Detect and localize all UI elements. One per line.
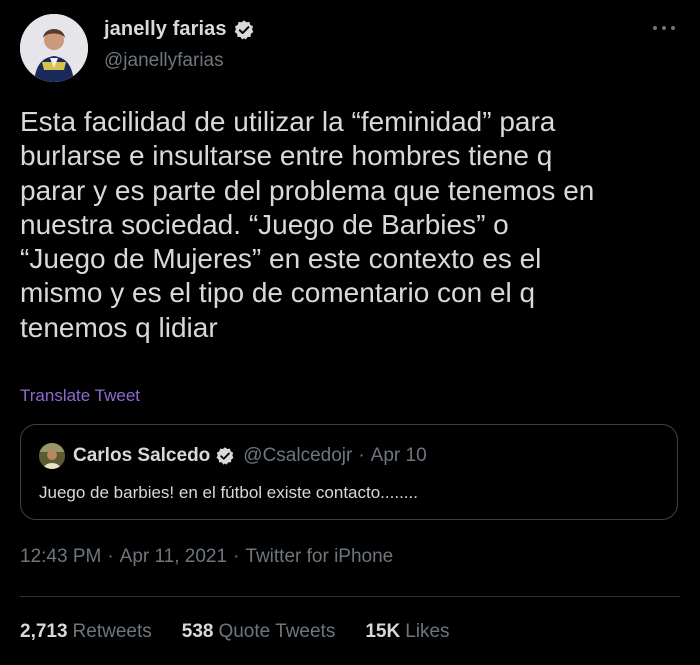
author-photo-icon <box>20 14 88 82</box>
likes-label: Likes <box>405 621 450 642</box>
tweet-text-line: mismo y es el tipo de comentario con el … <box>20 277 536 309</box>
retweets-label: Retweets <box>72 621 152 642</box>
quoted-tweet-header: Carlos Salcedo @Csalcedojr · Apr 10 <box>39 443 427 469</box>
tweet-metadata: 12:43 PM · Apr 11, 2021 · Twitter for iPhone <box>20 546 393 568</box>
verified-badge-icon <box>216 447 234 465</box>
more-options-icon[interactable] <box>651 22 677 34</box>
quote-tweets-stat[interactable]: 538 Quote Tweets <box>182 621 336 643</box>
quoted-tweet-date: Apr 10 <box>370 445 427 466</box>
tweet-time[interactable]: 12:43 PM <box>20 546 101 567</box>
separator-dot: · <box>107 546 114 567</box>
quoted-author-name: Carlos Salcedo <box>73 445 211 466</box>
verified-badge-icon <box>234 19 253 40</box>
quoted-author-avatar <box>39 443 65 469</box>
author-avatar[interactable] <box>20 14 88 82</box>
tweet-text-line: “Juego de Mujeres” en este contexto es e… <box>20 243 542 275</box>
author-name[interactable]: janelly farias <box>104 18 227 41</box>
translate-tweet-link[interactable]: Translate Tweet <box>20 386 140 406</box>
likes-stat[interactable]: 15K Likes <box>365 621 449 643</box>
retweets-stat[interactable]: 2,713 Retweets <box>20 621 152 643</box>
likes-count: 15K <box>365 621 401 642</box>
tweet-text-line: parar y es parte del problema que tenemo… <box>20 174 595 206</box>
tweet-text-line: nuestra sociedad. “Juego de Barbies” o <box>20 208 509 240</box>
tweet-text-line: burlarse e insultarse entre hombres tien… <box>20 140 553 172</box>
author-name-row: janelly farias <box>104 18 255 41</box>
tweet-text-line: tenemos q lidiar <box>20 311 218 343</box>
tweet-text: Esta facilidad de utilizar la “feminidad… <box>20 105 692 345</box>
separator-dot: · <box>233 546 240 567</box>
quoted-tweet-text: Juego de barbies! en el fútbol existe co… <box>39 483 418 502</box>
tweet-detail: janelly farias @janellyfarias Esta facil… <box>0 0 700 665</box>
quoted-author-handle: @Csalcedojr <box>243 445 353 466</box>
divider <box>20 596 680 597</box>
engagement-stats: 2,713 Retweets 538 Quote Tweets 15K Likes <box>20 621 480 643</box>
retweets-count: 2,713 <box>20 621 68 642</box>
separator-dot: · <box>358 445 365 466</box>
quote-tweets-label: Quote Tweets <box>218 621 336 642</box>
quote-tweets-count: 538 <box>181 621 214 642</box>
quoted-author-photo-icon <box>39 443 65 469</box>
tweet-text-line: Esta facilidad de utilizar la “feminidad… <box>20 106 556 137</box>
author-handle[interactable]: @janellyfarias <box>104 50 224 72</box>
tweet-source[interactable]: Twitter for iPhone <box>245 546 393 567</box>
quoted-tweet-card[interactable]: Carlos Salcedo @Csalcedojr · Apr 10 Jueg… <box>20 424 678 520</box>
tweet-date[interactable]: Apr 11, 2021 <box>120 546 227 567</box>
